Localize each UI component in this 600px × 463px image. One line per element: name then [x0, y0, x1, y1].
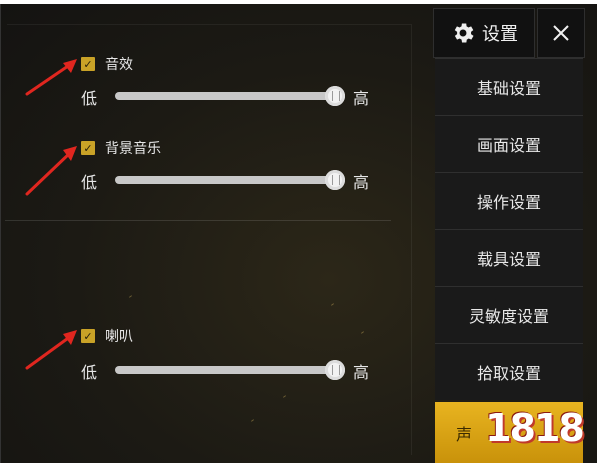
red-arrow-annotation: [25, 59, 77, 96]
slider-track[interactable]: [115, 86, 345, 106]
close-icon: [553, 25, 569, 41]
slider-low-label: 低: [81, 173, 98, 192]
settings-header: 设置: [433, 8, 535, 58]
tab-sensitivity-settings[interactable]: 灵敏度设置: [435, 286, 583, 343]
tab-controls-settings[interactable]: 操作设置: [435, 172, 583, 229]
tab-pickup-settings[interactable]: 拾取设置: [435, 343, 583, 400]
tab-graphics-settings[interactable]: 画面设置: [435, 115, 583, 172]
sound-effects-label: 音效: [105, 57, 133, 73]
sound-effects-row[interactable]: ✓ 音效: [81, 54, 133, 74]
slider-high-label: 高: [353, 363, 370, 382]
speaker-row[interactable]: ✓ 喇叭: [81, 326, 133, 346]
background-music-label: 背景音乐: [105, 141, 161, 157]
slider-thumb[interactable]: [325, 360, 345, 380]
sound-effects-checkbox[interactable]: ✓: [81, 57, 95, 71]
settings-title: 设置: [482, 24, 518, 45]
gear-icon: [454, 23, 474, 43]
red-arrow-annotation: [25, 330, 77, 370]
background-music-row[interactable]: ✓ 背景音乐: [81, 138, 161, 158]
slider-low-label: 低: [81, 363, 98, 382]
slider-thumb[interactable]: [325, 170, 345, 190]
background-music-checkbox[interactable]: ✓: [81, 141, 95, 155]
speaker-checkbox[interactable]: ✓: [81, 329, 95, 343]
slider-low-label: 低: [81, 89, 98, 108]
red-arrow-annotation: [25, 146, 77, 196]
settings-sidebar: 设置 基础设置 画面设置 操作设置 载具设置 灵敏度设置 拾取设置 声: [433, 4, 588, 463]
slider-high-label: 高: [353, 89, 370, 108]
tab-basic-settings[interactable]: 基础设置: [435, 58, 583, 115]
sound-effects-slider[interactable]: 低 高: [81, 84, 381, 108]
close-button[interactable]: [537, 8, 585, 58]
tab-audio-settings-active[interactable]: 声: [435, 402, 583, 463]
background-music-slider[interactable]: 低 高: [81, 168, 381, 192]
slider-high-label: 高: [353, 173, 370, 192]
speaker-slider[interactable]: 低 高: [81, 358, 381, 382]
speaker-label: 喇叭: [105, 329, 133, 345]
slider-thumb[interactable]: [325, 86, 345, 106]
slider-track[interactable]: [115, 170, 345, 190]
slider-track[interactable]: [115, 360, 345, 380]
section-divider: [5, 220, 391, 221]
tab-vehicle-settings[interactable]: 载具设置: [435, 229, 583, 286]
active-tab-label: 声: [455, 424, 472, 444]
